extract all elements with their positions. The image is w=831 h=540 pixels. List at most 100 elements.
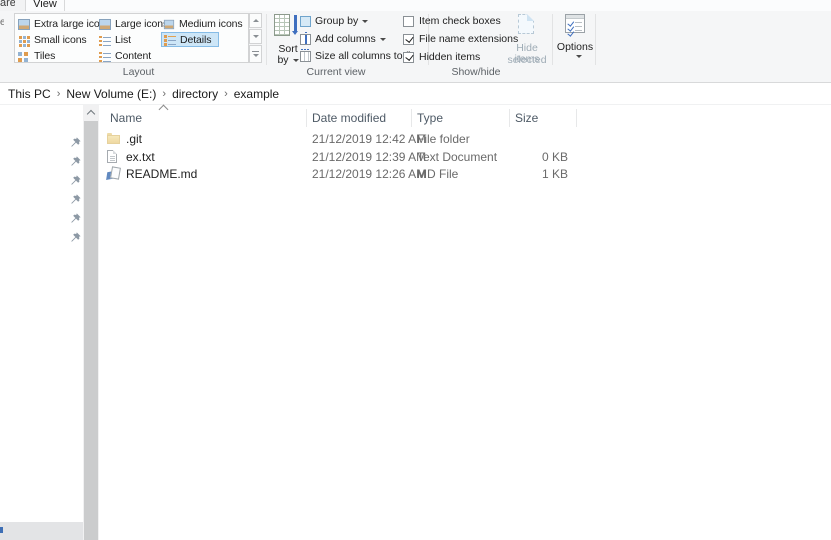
triangle-down-icon xyxy=(252,35,259,38)
size-all-columns-label: Size all columns to fit xyxy=(315,50,414,62)
breadcrumb-example[interactable]: example xyxy=(234,87,279,101)
tab-share-fragment[interactable]: are xyxy=(0,0,15,11)
pin-icon[interactable] xyxy=(71,232,81,242)
add-columns-icon xyxy=(300,31,311,45)
dropdown-caret-icon xyxy=(379,37,386,41)
file-size: 0 KB xyxy=(541,150,568,164)
layout-content[interactable]: Content xyxy=(97,49,153,63)
scrollbar-thumb[interactable] xyxy=(84,121,98,540)
layout-large-icons[interactable]: Large icons xyxy=(97,17,170,31)
scrollbar-up-button[interactable] xyxy=(83,105,99,121)
check-icon xyxy=(567,29,574,36)
layout-item-label: Medium icons xyxy=(179,18,243,30)
gallery-expand-icon xyxy=(252,50,259,58)
pin-icon[interactable] xyxy=(71,137,81,147)
file-type: File folder xyxy=(417,132,470,146)
hidden-items-checkbox[interactable]: Hidden items xyxy=(403,51,480,63)
ribbon-edge-fragment: e xyxy=(0,17,4,28)
triangle-up-icon xyxy=(252,19,259,22)
list-icon xyxy=(99,35,111,46)
file-name: ex.txt xyxy=(126,150,155,164)
pin-icon[interactable] xyxy=(71,175,81,185)
file-row-git[interactable]: .git 21/12/2019 12:42 AM File folder xyxy=(100,131,831,148)
column-header-name[interactable]: Name xyxy=(110,111,142,125)
column-separator[interactable] xyxy=(509,109,510,127)
file-row-ex-txt[interactable]: ex.txt 21/12/2019 12:39 AM Text Document… xyxy=(100,149,831,166)
layout-item-label: List xyxy=(115,34,131,46)
column-header-size[interactable]: Size xyxy=(515,111,538,125)
options-button[interactable]: Options xyxy=(556,13,594,69)
text-file-icon xyxy=(107,150,117,163)
gallery-scroll-down-button[interactable] xyxy=(249,29,262,44)
pin-icon[interactable] xyxy=(71,156,81,166)
breadcrumb-new-volume[interactable]: New Volume (E:) xyxy=(66,87,156,101)
group-by-label: Group by xyxy=(315,15,359,27)
details-icon xyxy=(164,34,176,45)
file-size: 1 KB xyxy=(541,167,568,181)
column-separator[interactable] xyxy=(306,109,307,127)
item-check-boxes-checkbox[interactable]: Item check boxes xyxy=(403,15,501,27)
address-bar[interactable]: This PC › New Volume (E:) › directory › … xyxy=(0,83,831,105)
sort-by-icon xyxy=(274,14,290,36)
options-label: Options xyxy=(556,41,594,53)
dropdown-caret-icon xyxy=(576,55,582,58)
gallery-scroll-up-button[interactable] xyxy=(249,13,262,28)
column-separator[interactable] xyxy=(411,109,412,127)
layout-details[interactable]: Details xyxy=(161,32,219,47)
line-decoration xyxy=(575,22,582,23)
breadcrumb-separator-icon: › xyxy=(56,87,61,100)
checkbox-icon xyxy=(403,15,414,27)
chevron-up-icon xyxy=(86,109,96,119)
hide-selected-items-button[interactable]: Hide selected items xyxy=(502,13,552,69)
line-decoration xyxy=(575,26,582,27)
layout-item-label: Details xyxy=(180,33,212,46)
checkbox-label: Hidden items xyxy=(419,51,481,63)
folder-icon xyxy=(107,133,120,144)
add-columns-button[interactable]: Add columns xyxy=(300,31,386,45)
size-all-columns-icon xyxy=(300,48,311,62)
layout-list[interactable]: List xyxy=(97,33,133,47)
layout-medium-icons[interactable]: Medium icons xyxy=(161,17,245,31)
tab-view-label: View xyxy=(33,0,57,10)
layout-tiles[interactable]: Tiles xyxy=(16,49,57,63)
column-separator[interactable] xyxy=(576,109,577,127)
status-icon-fragment xyxy=(0,527,3,533)
column-header-type[interactable]: Type xyxy=(417,111,443,125)
hide-selected-label-2: items xyxy=(514,53,540,65)
extra-large-icons-icon xyxy=(18,18,30,30)
layout-item-label: Content xyxy=(115,50,152,62)
layout-item-label: Small icons xyxy=(34,34,87,46)
large-icons-icon xyxy=(99,18,111,30)
tab-strip-right xyxy=(64,0,831,11)
options-icon xyxy=(565,14,585,36)
current-view-group-label: Current view xyxy=(306,66,366,78)
group-divider xyxy=(266,14,267,65)
group-by-button[interactable]: Group by xyxy=(300,15,369,27)
gallery-scroll-controls xyxy=(249,13,263,63)
status-bar-fragment xyxy=(0,522,83,540)
column-header-date-modified[interactable]: Date modified xyxy=(312,111,386,125)
gallery-expand-button[interactable] xyxy=(249,45,262,63)
group-by-icon xyxy=(300,15,311,27)
breadcrumb-directory[interactable]: directory xyxy=(172,87,218,101)
file-date-modified: 21/12/2019 12:26 AM xyxy=(312,167,427,181)
small-icons-icon xyxy=(18,35,30,46)
pin-icon[interactable] xyxy=(71,194,81,204)
file-row-readme-md[interactable]: README.md 21/12/2019 12:26 AM MD File 1 … xyxy=(100,166,831,183)
file-type: Text Document xyxy=(417,150,498,164)
tab-view[interactable]: View xyxy=(25,0,65,11)
dropdown-caret-icon xyxy=(362,19,369,23)
pin-icon[interactable] xyxy=(71,213,81,223)
checkbox-icon xyxy=(403,33,414,45)
file-date-modified: 21/12/2019 12:42 AM xyxy=(312,132,427,146)
sort-arrow-icon xyxy=(291,15,297,35)
file-date-modified: 21/12/2019 12:39 AM xyxy=(312,150,427,164)
file-explorer-window: are View e Extra large icons Large icons… xyxy=(0,0,831,540)
file-name: .git xyxy=(126,132,143,146)
file-name: README.md xyxy=(126,167,198,181)
size-all-columns-button[interactable]: Size all columns to fit xyxy=(300,48,414,62)
layout-small-icons[interactable]: Small icons xyxy=(16,33,89,47)
layout-group-label: Layout xyxy=(122,66,155,78)
breadcrumb-this-pc[interactable]: This PC xyxy=(8,87,51,101)
tiles-icon xyxy=(18,51,30,62)
